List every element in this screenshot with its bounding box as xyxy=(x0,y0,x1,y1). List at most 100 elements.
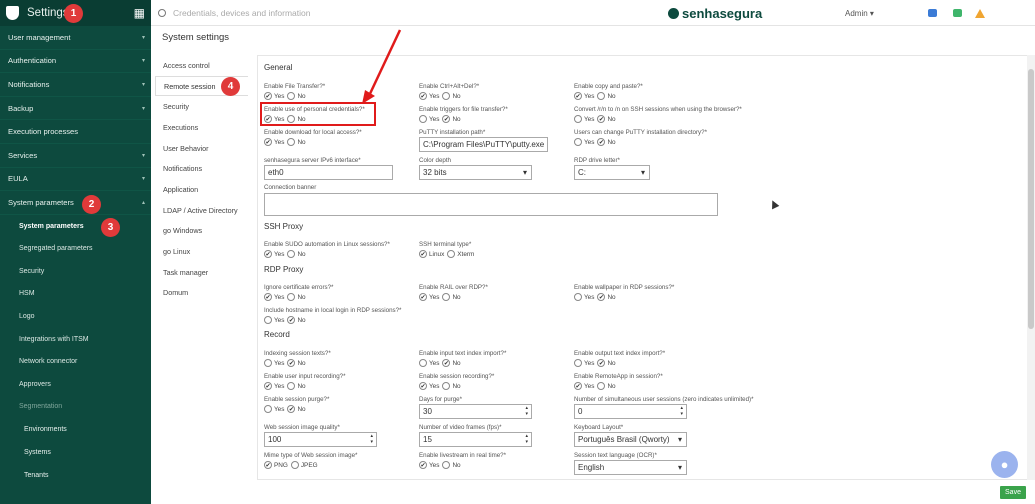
putty-path-input[interactable]: C:\Program Files\PuTTY\putty.exe xyxy=(419,137,548,152)
simultaneous-sessions-input[interactable]: 0 xyxy=(574,404,687,419)
subnav-go-linux[interactable]: go Linux xyxy=(155,241,248,262)
radio-ignore-cert[interactable]: ✔ Yes No xyxy=(264,293,309,301)
sidebar-item-eula[interactable]: EULA ▾ xyxy=(0,168,151,192)
subnav-go-windows[interactable]: go Windows xyxy=(155,221,248,242)
connection-banner-textarea[interactable] xyxy=(264,193,718,216)
radio-no[interactable] xyxy=(287,92,296,100)
search-input[interactable]: Credentials, devices and information xyxy=(173,8,311,18)
radio-yes[interactable]: ✔ xyxy=(419,461,427,469)
subnav-access-control[interactable]: Access control xyxy=(155,55,248,76)
keyboard-layout-select[interactable]: Português Brasil (Qworty) xyxy=(574,432,687,447)
subnav-domum[interactable]: Domum xyxy=(155,283,248,304)
sidebar-subitem-segmentation[interactable]: Segmentation xyxy=(0,396,151,419)
subnav-application[interactable]: Application xyxy=(155,179,248,200)
radio-sudo[interactable]: ✔ Yes No xyxy=(264,250,309,258)
sidebar-subitem-network-connector[interactable]: Network connector xyxy=(0,350,151,373)
radio-no[interactable] xyxy=(597,382,606,390)
sidebar-item-system-parameters[interactable]: System parameters ▴ xyxy=(0,191,151,215)
sidebar-subitem-segregated-parameters[interactable]: Segregated parameters xyxy=(0,237,151,260)
sidebar-subitem-approvers[interactable]: Approvers xyxy=(0,373,151,396)
radio-no[interactable]: ✔ xyxy=(442,359,451,367)
scrollbar-thumb[interactable] xyxy=(1028,69,1034,329)
days-purge-input[interactable]: 30 xyxy=(419,404,532,419)
radio-no[interactable] xyxy=(442,293,451,301)
home-icon[interactable] xyxy=(928,9,937,17)
sidebar-item-notifications[interactable]: Notifications ▾ xyxy=(0,73,151,97)
sidebar-item-user-management[interactable]: User management ▾ xyxy=(0,26,151,50)
sidebar-item-authentication[interactable]: Authentication ▾ xyxy=(0,50,151,74)
sidebar-item-backup[interactable]: Backup ▾ xyxy=(0,97,151,121)
sidebar-subitem-tenants[interactable]: Tenants xyxy=(0,464,151,487)
radio-yes[interactable] xyxy=(264,316,272,324)
radio-file-transfer[interactable]: ✔ Yes No xyxy=(264,92,309,100)
radio-triggers[interactable]: Yes ✔ No xyxy=(419,115,464,123)
radio-no[interactable] xyxy=(442,92,451,100)
radio-users-putty[interactable]: Yes ✔ No xyxy=(574,138,619,146)
save-button[interactable]: Save xyxy=(1000,486,1026,499)
image-quality-input[interactable]: 100 xyxy=(264,432,377,447)
subnav-user-behavior[interactable]: User Behavior xyxy=(155,138,248,159)
sidebar-subitem-environments[interactable]: Environments xyxy=(0,418,151,441)
sidebar-item-services[interactable]: Services ▾ xyxy=(0,144,151,168)
subnav-notifications[interactable]: Notifications xyxy=(155,158,248,179)
lightbulb-help-icon[interactable]: ● xyxy=(991,451,1018,478)
radio-ctrl-alt-del[interactable]: ✔ Yes No xyxy=(419,92,464,100)
radio-download-local[interactable]: ✔ Yes No xyxy=(264,138,309,146)
radio-yes[interactable] xyxy=(264,405,272,413)
radio-yes[interactable] xyxy=(419,359,427,367)
ocr-language-select[interactable]: English xyxy=(574,460,687,475)
radio-yes[interactable]: ✔ xyxy=(264,92,272,100)
radio-livestream[interactable]: ✔ Yes No xyxy=(419,461,464,469)
radio-indexing[interactable]: Yes ✔ No xyxy=(264,359,309,367)
radio-no[interactable] xyxy=(287,293,296,301)
radio-jpeg[interactable] xyxy=(290,461,299,469)
radio-input-index[interactable]: Yes ✔ No xyxy=(419,359,464,367)
radio-no[interactable]: ✔ xyxy=(597,293,606,301)
radio-yes[interactable]: ✔ xyxy=(419,92,427,100)
radio-png[interactable]: ✔ xyxy=(264,461,272,469)
document-icon[interactable] xyxy=(953,9,962,17)
warning-icon[interactable] xyxy=(975,9,985,18)
radio-hostname[interactable]: Yes ✔ No xyxy=(264,316,309,324)
radio-no[interactable]: ✔ xyxy=(287,405,296,413)
ipv6-input[interactable]: eth0 xyxy=(264,165,393,180)
radio-yes[interactable]: ✔ xyxy=(264,250,272,258)
sidebar-subitem-system-parameters[interactable]: System parameters xyxy=(0,215,151,238)
subnav-ldap[interactable]: LDAP / Active Directory xyxy=(155,200,248,221)
radio-no[interactable]: ✔ xyxy=(597,138,606,146)
radio-yes[interactable] xyxy=(419,115,427,123)
radio-yes[interactable]: ✔ xyxy=(264,293,272,301)
subnav-task-manager[interactable]: Task manager xyxy=(155,262,248,283)
radio-yes[interactable]: ✔ xyxy=(419,293,427,301)
sidebar-subitem-integrations-itsm[interactable]: Integrations with ITSM xyxy=(0,328,151,351)
sidebar-subitem-logo[interactable]: Logo xyxy=(0,305,151,328)
apps-grid-icon[interactable]: ▦ xyxy=(134,6,145,20)
radio-wallpaper[interactable]: Yes ✔ No xyxy=(574,293,619,301)
radio-no[interactable] xyxy=(287,382,296,390)
radio-yes[interactable]: ✔ xyxy=(264,138,272,146)
radio-mime[interactable]: ✔ PNG JPEG xyxy=(264,461,321,469)
radio-yes[interactable] xyxy=(574,293,582,301)
radio-yes[interactable] xyxy=(264,359,272,367)
radio-no[interactable]: ✔ xyxy=(287,359,296,367)
radio-no[interactable]: ✔ xyxy=(287,316,296,324)
user-menu[interactable]: Admin ▾ xyxy=(845,9,874,18)
radio-no[interactable] xyxy=(287,250,296,258)
radio-output-index[interactable]: Yes ✔ No xyxy=(574,359,619,367)
radio-no[interactable] xyxy=(597,92,606,100)
color-depth-select[interactable]: 32 bits xyxy=(419,165,532,180)
radio-yes[interactable]: ✔ xyxy=(574,382,582,390)
subnav-executions[interactable]: Executions xyxy=(155,117,248,138)
sidebar-subitem-hsm[interactable]: HSM xyxy=(0,283,151,306)
radio-no[interactable] xyxy=(442,461,451,469)
radio-xterm[interactable] xyxy=(447,250,456,258)
radio-linux[interactable]: ✔ xyxy=(419,250,427,258)
sidebar-item-execution-processes[interactable]: Execution processes xyxy=(0,120,151,144)
radio-ssh-terminal[interactable]: ✔ Linux Xterm xyxy=(419,250,477,258)
radio-convert-rn[interactable]: Yes ✔ No xyxy=(574,115,619,123)
radio-remoteapp[interactable]: ✔ Yes No xyxy=(574,382,619,390)
radio-no[interactable]: ✔ xyxy=(597,115,606,123)
radio-yes[interactable] xyxy=(574,115,582,123)
radio-no[interactable]: ✔ xyxy=(597,359,606,367)
radio-user-input-rec[interactable]: ✔ Yes No xyxy=(264,382,309,390)
